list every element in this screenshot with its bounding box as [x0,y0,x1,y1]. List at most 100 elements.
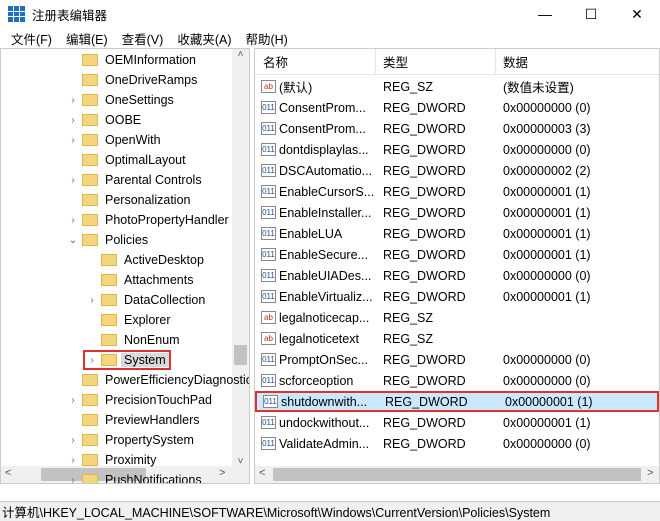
tree-vertical-scrollbar[interactable]: ˄ ˅ [232,49,249,467]
tree-item[interactable]: › PrecisionTouchPad [66,390,215,410]
value-row[interactable]: ab (默认) REG_SZ (数值未设置) [255,76,659,97]
value-data: 0x00000000 (0) [503,268,591,283]
value-name: EnableUIADes... [279,268,372,283]
close-button[interactable]: ✕ [614,0,660,28]
tree-item[interactable]: ⌄ Policies [66,230,151,250]
value-row[interactable]: 011 EnableSecure... REG_DWORD 0x00000001 (1… [255,244,659,265]
tree-item[interactable]: › OneSettings [66,90,177,110]
tree-item-label: ActiveDesktop [124,253,204,267]
binary-value-icon: 011 [261,206,276,219]
expander-icon[interactable]: › [85,295,99,306]
folder-icon [101,314,117,326]
tree-item-label: PhotoPropertyHandler [105,213,229,227]
tree-item[interactable]: › DataCollection [85,290,208,310]
folder-icon [82,234,98,246]
value-name: EnableCursorS... [279,184,375,199]
tree-item[interactable]: › PushNotifications [66,470,205,484]
values-horizontal-scrollbar[interactable]: < > [255,466,659,483]
value-row[interactable]: ab legalnoticetext REG_SZ [255,328,659,349]
folder-icon [82,474,98,483]
tree-item[interactable]: OptimalLayout [66,150,189,170]
binary-value-icon: 011 [261,227,276,240]
expander-icon[interactable]: › [66,475,80,484]
value-type: REG_DWORD [383,121,466,136]
expander-icon[interactable]: › [66,175,80,186]
tree-item-label: OptimalLayout [105,153,186,167]
column-data[interactable]: 数据 [503,52,528,71]
value-row[interactable]: 011 PromptOnSec... REG_DWORD 0x00000000 (0) [255,349,659,370]
value-row[interactable]: 011 EnableUIADes... REG_DWORD 0x00000000 (0… [255,265,659,286]
value-row[interactable]: 011 ValidateAdmin... REG_DWORD 0x00000000 (… [255,433,659,454]
expander-icon[interactable]: › [85,355,99,366]
value-row[interactable]: 011 dontdisplaylas... REG_DWORD 0x00000000 … [255,139,659,160]
menu-edit[interactable]: 编辑(E) [59,29,115,48]
value-row[interactable]: 011 ConsentProm... REG_DWORD 0x00000003 (3) [255,118,659,139]
maximize-button[interactable]: ☐ [568,0,614,28]
tree-item[interactable]: › OOBE [66,110,144,130]
tree-item[interactable]: › PhotoPropertyHandler [66,210,232,230]
tree-item-label: Policies [105,233,149,247]
minimize-button[interactable]: — [522,0,568,28]
tree-item[interactable]: › PropertySystem [66,430,197,450]
folder-icon [82,394,98,406]
expander-icon[interactable]: › [66,95,80,106]
value-name: scforceoption [279,373,354,388]
value-data: 0x00000001 (1) [503,289,591,304]
value-row[interactable]: 011 undockwithout... REG_DWORD 0x00000001 (… [255,412,659,433]
binary-value-icon: 011 [261,416,276,429]
tree-item-label: PropertySystem [105,433,194,447]
scroll-thumb[interactable] [234,345,247,365]
expander-icon[interactable]: ⌄ [66,235,80,246]
value-row[interactable]: 011 EnableLUA REG_DWORD 0x00000001 (1) [255,223,659,244]
value-row[interactable]: 011 ConsentProm... REG_DWORD 0x00000000 (0) [255,97,659,118]
value-row[interactable]: 011 EnableVirtualiz... REG_DWORD 0x00000001… [255,286,659,307]
value-type: REG_DWORD [383,100,466,115]
menu-view[interactable]: 查看(V) [115,29,171,48]
value-data: 0x00000001 (1) [503,205,591,220]
value-type: REG_SZ [383,310,434,325]
folder-icon [82,74,98,86]
tree-item-label: System [121,353,169,367]
value-row[interactable]: 011 EnableInstaller... REG_DWORD 0x00000001… [255,202,659,223]
scroll-thumb[interactable] [273,468,641,481]
value-type: REG_DWORD [385,394,468,409]
value-row[interactable]: 011 shutdownwith... REG_DWORD 0x00000001 (1… [255,391,659,412]
value-row[interactable]: 011 scforceoption REG_DWORD 0x00000000 (0) [255,370,659,391]
tree-item[interactable]: Attachments [85,270,196,290]
value-type: REG_DWORD [383,226,466,241]
expander-icon[interactable]: › [66,395,80,406]
menu-favorites[interactable]: 收藏夹(A) [170,29,238,48]
menu-file[interactable]: 文件(F) [4,29,59,48]
tree-item[interactable]: Explorer [85,310,174,330]
value-row[interactable]: ab legalnoticecap... REG_SZ [255,307,659,328]
expander-icon[interactable]: › [66,455,80,466]
tree-item-label: PowerEfficiencyDiagnostics [105,373,250,387]
tree-item[interactable]: › System [83,350,171,370]
tree-item-label: DataCollection [124,293,206,307]
tree-item[interactable]: OneDriveRamps [66,70,200,90]
expander-icon[interactable]: › [66,135,80,146]
value-row[interactable]: 011 DSCAutomatio... REG_DWORD 0x00000002 (2… [255,160,659,181]
value-name: dontdisplaylas... [279,142,369,157]
value-data: 0x00000002 (2) [503,163,591,178]
expander-icon[interactable]: › [66,215,80,226]
column-name[interactable]: 名称 [263,52,288,71]
tree-item-label: OneSettings [105,93,174,107]
tree-item[interactable]: Personalization [66,190,193,210]
menu-help[interactable]: 帮助(H) [238,29,294,48]
tree-item[interactable]: › Parental Controls [66,170,205,190]
binary-value-icon: 011 [261,185,276,198]
tree-item-label: Explorer [124,313,171,327]
tree-item[interactable]: › OpenWith [66,130,164,150]
column-type[interactable]: 类型 [383,52,408,71]
tree-item[interactable]: NonEnum [85,330,183,350]
expander-icon[interactable]: › [66,115,80,126]
tree-item[interactable]: PreviewHandlers [66,410,202,430]
value-row[interactable]: 011 EnableCursorS... REG_DWORD 0x00000001 (… [255,181,659,202]
tree-item[interactable]: OEMInformation [66,50,199,70]
column-header: 名称 类型 数据 [255,49,659,75]
tree-item[interactable]: › Proximity [66,450,159,470]
expander-icon[interactable]: › [66,435,80,446]
tree-item[interactable]: PowerEfficiencyDiagnostics [66,370,250,390]
tree-item[interactable]: ActiveDesktop [85,250,207,270]
